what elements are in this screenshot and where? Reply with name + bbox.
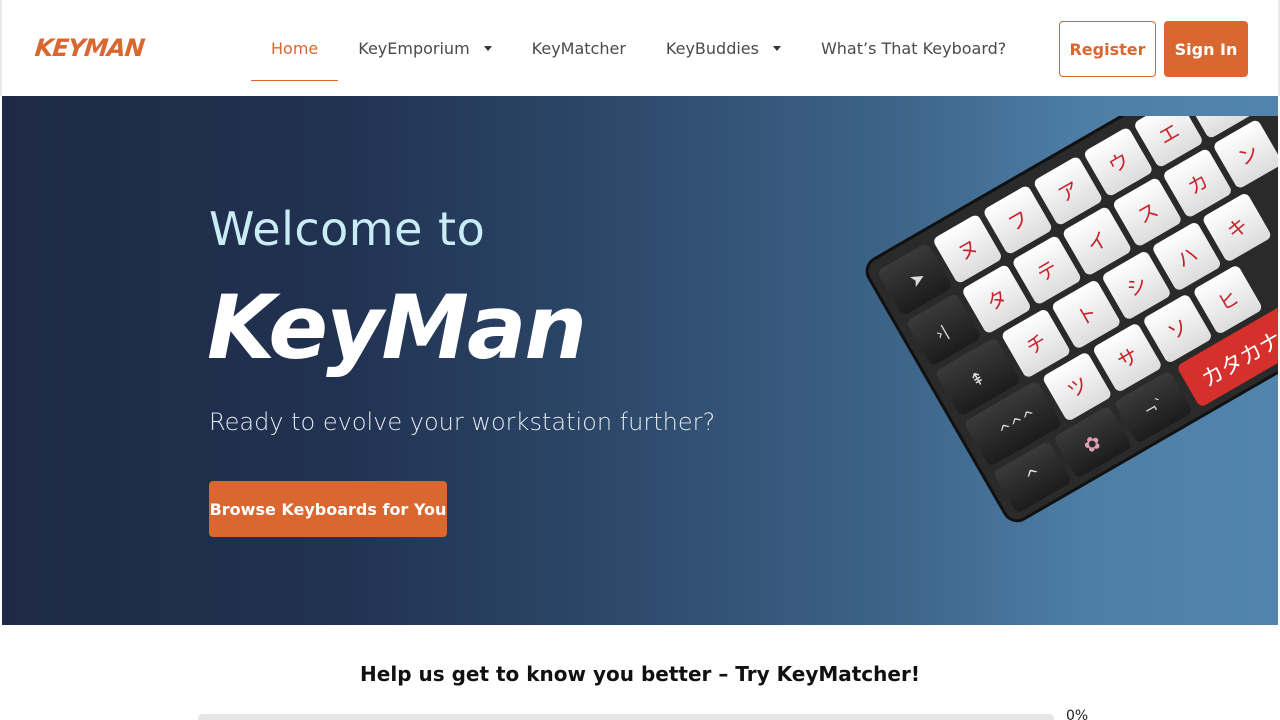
quiz-progress-bar [198, 714, 1054, 720]
hero-brand-title: KeyMan [207, 276, 587, 379]
browse-keyboards-button[interactable]: Browse Keyboards for You [209, 481, 447, 537]
hero-banner: Welcome to KeyMan Ready to evolve your w… [2, 96, 1278, 625]
sign-in-button[interactable]: Sign In [1164, 21, 1248, 77]
nav-keybuddies[interactable]: KeyBuddies [646, 0, 801, 96]
chevron-down-icon [483, 45, 492, 51]
site-header: KEYMAN Home KeyEmporium KeyMatcher KeyBu… [0, 0, 1280, 96]
nav-whats-that-keyboard-label: What’s That Keyboard? [820, 38, 1007, 58]
chevron-down-icon [772, 45, 781, 51]
nav-keymatcher[interactable]: KeyMatcher [512, 0, 646, 96]
nav-keyemporium[interactable]: KeyEmporium [338, 0, 511, 96]
nav-home[interactable]: Home [251, 0, 339, 96]
hero-welcome: Welcome to [209, 202, 486, 256]
keymatcher-prompt: Help us get to know you better – Try Key… [360, 662, 920, 686]
nav-keymatcher-label: KeyMatcher [531, 38, 626, 58]
nav-keyemporium-label: KeyEmporium [358, 38, 470, 58]
site-logo[interactable]: KEYMAN [34, 34, 146, 62]
main-nav: Home KeyEmporium KeyMatcher KeyBuddies W… [251, 0, 1026, 96]
nav-keybuddies-label: KeyBuddies [665, 38, 759, 58]
hero-tagline: Ready to evolve your workstation further… [209, 408, 716, 436]
keyboard-image: ➤ ›| ⇞ ^^^ ^ ✿ ¬` ヌフア ウエ タテイ スカン チトシ ハキ … [865, 116, 1278, 523]
register-button[interactable]: Register [1059, 21, 1156, 77]
quiz-progress-label: 0% [1066, 708, 1089, 720]
nav-home-label: Home [271, 38, 319, 58]
nav-whats-that-keyboard[interactable]: What’s That Keyboard? [801, 0, 1026, 96]
